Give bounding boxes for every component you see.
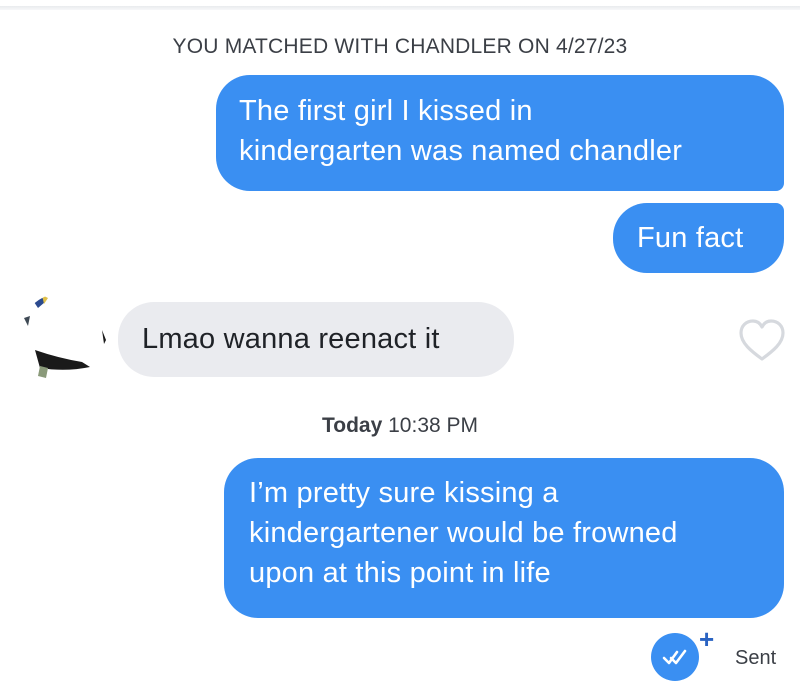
- message-bubble-received[interactable]: Lmao wanna reenact it: [118, 302, 514, 377]
- avatar[interactable]: [18, 292, 112, 386]
- message-line: kindergarten was named chandler: [239, 135, 683, 167]
- read-receipt-button[interactable]: [651, 633, 699, 681]
- double-check-icon: [662, 649, 687, 665]
- message-line: Fun fact: [637, 222, 744, 254]
- heart-icon[interactable]: [737, 318, 787, 364]
- message-timestamp: Today 10:38 PM: [0, 414, 800, 438]
- message-line: The first girl I kissed in: [239, 95, 533, 127]
- message-line: kindergartener would be frowned: [249, 517, 678, 549]
- avatar-image: [18, 292, 112, 386]
- message-line: upon at this point in life: [249, 557, 551, 589]
- timestamp-day: Today: [321, 414, 383, 437]
- message-line: I’m pretty sure kissing a: [249, 477, 559, 509]
- heart-outline-icon: [739, 319, 785, 361]
- message-line: Lmao wanna reenact it: [142, 323, 440, 355]
- header-divider: [0, 6, 800, 10]
- timestamp-time: 10:38 PM: [388, 414, 479, 437]
- message-bubble-sent[interactable]: Fun fact: [613, 203, 784, 273]
- sent-status: Sent: [735, 647, 777, 669]
- message-bubble-sent[interactable]: I’m pretty sure kissing a kindergartener…: [224, 458, 784, 618]
- plus-icon[interactable]: +: [699, 626, 714, 652]
- message-bubble-sent[interactable]: The first girl I kissed in kindergarten …: [216, 75, 784, 191]
- match-banner: YOU MATCHED WITH CHANDLER ON 4/27/23: [172, 35, 628, 58]
